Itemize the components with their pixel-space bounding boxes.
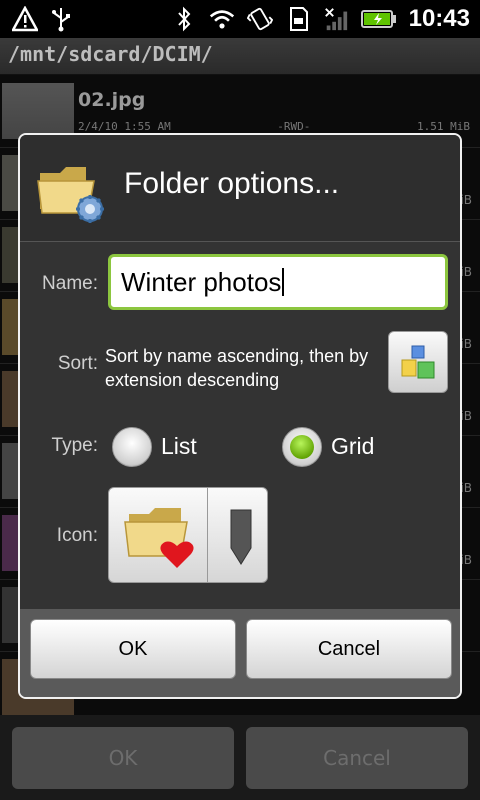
sort-description: Sort by name ascending, then by extensio…	[105, 346, 369, 390]
folder-settings-icon	[36, 157, 106, 227]
sort-label: Sort:	[57, 353, 98, 374]
current-path: /mnt/sdcard/DCIM/	[8, 42, 213, 66]
file-meta: 2/4/10 1:55 AM -RWD- 1.51 MiB	[78, 120, 470, 133]
file-size: 1.51 MiB	[417, 120, 470, 133]
bottom-button-bar: OK Cancel	[0, 715, 480, 800]
file-date: 2/4/10 1:55 AM	[78, 120, 171, 133]
folder-name-value: Winter photos	[121, 266, 282, 297]
dialog-title: Folder options...	[124, 167, 340, 200]
background-cancel-button: Cancel	[246, 727, 468, 789]
radio-grid-label: Grid	[331, 433, 375, 459]
name-label: Name:	[42, 273, 98, 294]
blocks-icon	[401, 345, 435, 379]
bluetooth-icon	[171, 6, 197, 32]
dropdown-arrow-icon[interactable]	[221, 508, 261, 568]
vibrate-icon	[246, 6, 273, 32]
dialog-footer: OK Cancel	[20, 609, 460, 697]
type-label: Type:	[51, 435, 98, 456]
wifi-icon	[209, 6, 235, 32]
background-ok-button: OK	[12, 727, 234, 789]
radio-list[interactable]	[112, 427, 152, 467]
usb-icon	[48, 6, 74, 32]
folder-options-dialog: Folder options... Name: Winter photos So…	[18, 133, 462, 699]
cancel-button[interactable]: Cancel	[246, 619, 452, 679]
warning-icon	[12, 6, 38, 32]
dialog-header: Folder options...	[20, 135, 460, 242]
file-name: 02.jpg	[78, 89, 146, 111]
text-caret	[282, 268, 285, 296]
folder-heart-icon	[123, 504, 195, 572]
clock: 10:43	[408, 5, 470, 32]
no-signal-icon	[323, 6, 349, 32]
radio-list-label: List	[161, 433, 197, 459]
path-bar: /mnt/sdcard/DCIM/	[0, 38, 480, 75]
radio-grid[interactable]	[282, 427, 322, 467]
file-permissions: -RWD-	[277, 120, 311, 133]
sort-options-button[interactable]	[388, 331, 448, 393]
picker-divider	[207, 488, 208, 582]
status-bar: 10:43	[0, 0, 480, 38]
thumbnail-image	[2, 83, 74, 139]
sdcard-icon	[285, 6, 311, 32]
folder-name-input[interactable]: Winter photos	[108, 254, 448, 310]
icon-picker[interactable]	[108, 487, 268, 583]
ok-button[interactable]: OK	[30, 619, 236, 679]
battery-icon	[360, 6, 397, 32]
icon-label: Icon:	[56, 525, 98, 546]
